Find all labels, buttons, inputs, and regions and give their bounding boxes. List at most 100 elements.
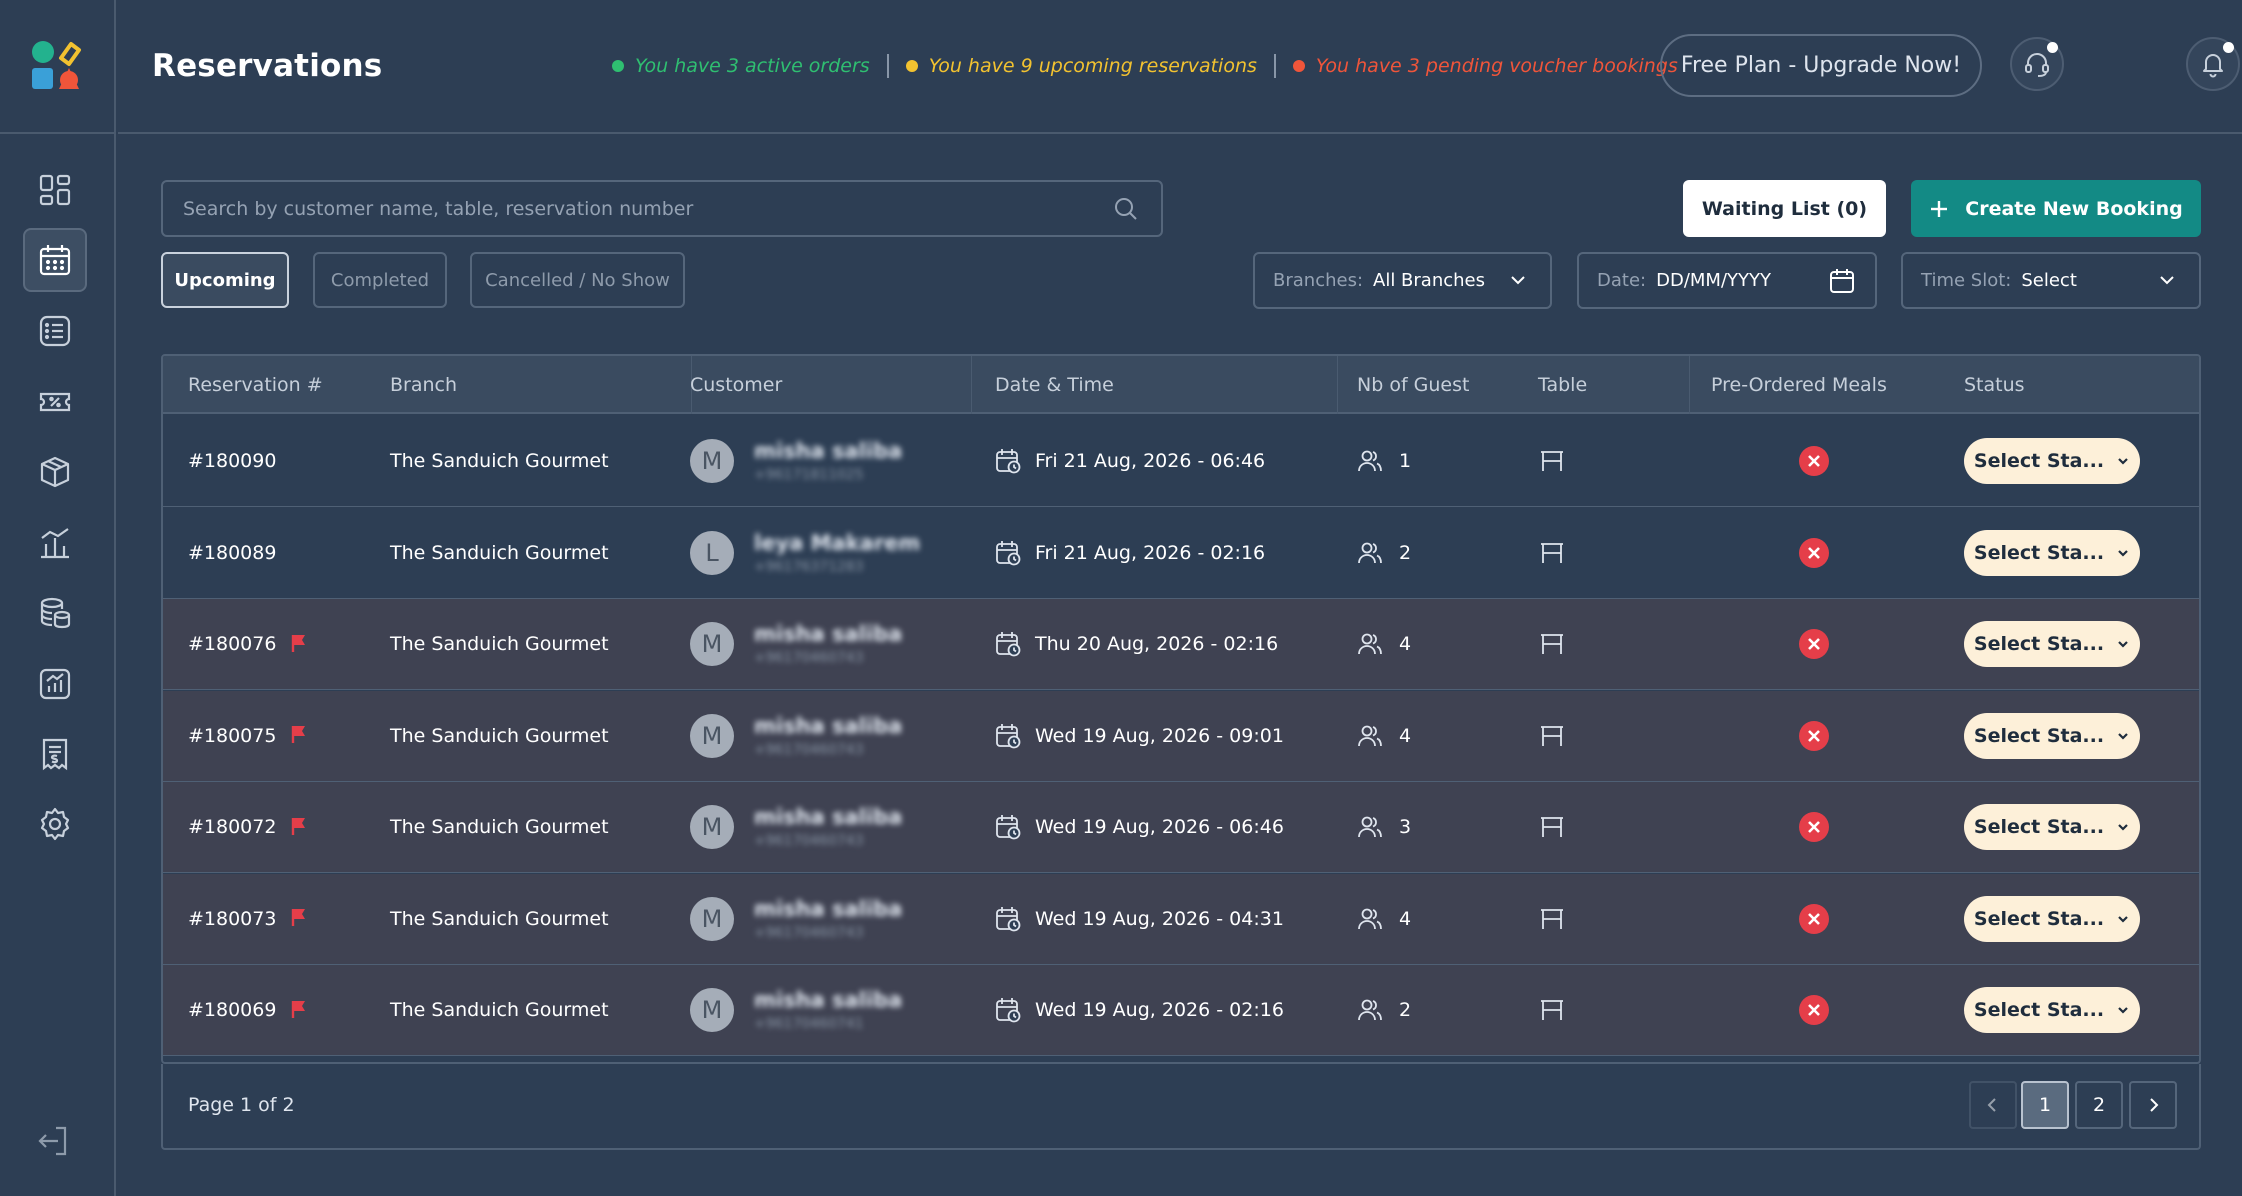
table-row[interactable]: #180072 The Sanduich Gourmet Mmisha saliba… xyxy=(163,782,2199,873)
customer-cell[interactable]: Mmisha saliba +96170460743 xyxy=(690,874,902,964)
upgrade-button[interactable]: Free Plan - Upgrade Now! xyxy=(1660,34,1982,97)
support-button[interactable] xyxy=(2010,37,2064,91)
notice-active-orders[interactable]: You have 3 active orders xyxy=(612,55,870,77)
column-header[interactable]: Customer xyxy=(690,356,782,414)
flag-icon xyxy=(290,816,308,836)
customer-cell[interactable]: Mmisha saliba +96170460743 xyxy=(690,691,902,781)
column-header[interactable]: Pre-Ordered Meals xyxy=(1711,356,1887,414)
reservation-datetime: Thu 20 Aug, 2026 - 02:16 xyxy=(1035,633,1279,655)
status-cell: Select Sta... xyxy=(1964,599,2140,689)
guests-cell: 4 xyxy=(1357,691,1411,781)
tab-upcoming[interactable]: Upcoming xyxy=(161,252,289,308)
status-select[interactable]: Select Sta... xyxy=(1964,529,2140,576)
list-icon xyxy=(38,314,72,348)
reservation-number[interactable]: #180089 xyxy=(188,542,276,564)
reservation-number[interactable]: #180073 xyxy=(188,908,276,930)
nav-vouchers[interactable] xyxy=(23,370,87,434)
table-cell[interactable] xyxy=(1538,691,1566,781)
nav-settings[interactable] xyxy=(23,792,87,856)
next-page-button[interactable] xyxy=(2129,1081,2177,1129)
column-header[interactable]: Status xyxy=(1964,356,2025,414)
branches-filter[interactable]: Branches: All Branches xyxy=(1253,252,1552,309)
customer-name: misha saliba xyxy=(754,988,903,1012)
app-logo[interactable] xyxy=(29,38,83,92)
users-icon xyxy=(1357,814,1383,840)
reservation-number[interactable]: #180072 xyxy=(188,816,276,838)
waiting-list-button[interactable]: Waiting List (0) xyxy=(1683,180,1886,237)
box-icon xyxy=(38,455,72,489)
column-header[interactable]: Branch xyxy=(390,356,457,414)
create-booking-label: Create New Booking xyxy=(1965,197,2183,220)
status-select[interactable]: Select Sta... xyxy=(1964,438,2140,484)
logout-button[interactable] xyxy=(36,1124,70,1158)
nav-finance[interactable] xyxy=(23,581,87,645)
customer-cell[interactable]: Mmisha saliba +96171811025 xyxy=(690,416,902,506)
nav-reports[interactable] xyxy=(23,652,87,716)
column-header[interactable]: Nb of Guest xyxy=(1357,356,1469,414)
table-row[interactable]: #180073 The Sanduich Gourmet Mmisha saliba… xyxy=(163,873,2199,965)
table-row[interactable]: #180089 The Sanduich Gourmet Lleya Makarem… xyxy=(163,508,2199,599)
column-header[interactable]: Reservation # xyxy=(188,356,323,414)
datetime-cell: Wed 19 Aug, 2026 - 06:46 xyxy=(995,782,1284,872)
users-icon xyxy=(1357,906,1383,932)
table-cell[interactable] xyxy=(1538,874,1566,964)
table-row[interactable]: #180075 The Sanduich Gourmet Mmisha saliba… xyxy=(163,690,2199,782)
logout-icon xyxy=(36,1124,70,1158)
reservation-datetime: Wed 19 Aug, 2026 - 04:31 xyxy=(1035,907,1284,930)
customer-cell[interactable]: Lleya Makarem +96176371283 xyxy=(690,508,920,598)
nav-inventory[interactable] xyxy=(23,440,87,504)
reservation-number[interactable]: #180090 xyxy=(188,450,276,472)
tab-cancelled[interactable]: Cancelled / No Show xyxy=(470,252,685,308)
search-icon[interactable] xyxy=(1113,196,1139,222)
status-select[interactable]: Select Sta... xyxy=(1964,895,2140,942)
date-filter[interactable]: Date: DD/MM/YYYY xyxy=(1577,252,1877,309)
status-select[interactable]: Select Sta... xyxy=(1964,712,2140,759)
table-cell[interactable] xyxy=(1538,508,1566,598)
customer-cell[interactable]: Mmisha saliba +96170460743 xyxy=(690,599,902,689)
customer-phone: +96171811025 xyxy=(754,467,864,483)
notice-upcoming-reservations[interactable]: You have 9 upcoming reservations xyxy=(905,55,1257,77)
nav-billing[interactable] xyxy=(23,722,87,786)
column-header[interactable]: Table xyxy=(1538,356,1587,414)
branch-name: The Sanduich Gourmet xyxy=(390,724,609,747)
guests-cell: 1 xyxy=(1357,416,1411,506)
tab-completed[interactable]: Completed xyxy=(313,252,447,308)
reservation-number[interactable]: #180076 xyxy=(188,633,276,655)
pre-ordered-meals-cell xyxy=(1799,874,1829,964)
notice-pending-vouchers[interactable]: You have 3 pending voucher bookings xyxy=(1292,55,1678,77)
users-icon xyxy=(1357,723,1383,749)
guests-cell: 2 xyxy=(1357,965,1411,1055)
reservation-number[interactable]: #180069 xyxy=(188,999,276,1021)
nav-orders[interactable] xyxy=(23,299,87,363)
nav-reservations[interactable] xyxy=(23,228,87,292)
customer-phone: +96170460743 xyxy=(754,650,864,666)
customer-avatar: M xyxy=(690,896,734,941)
status-select[interactable]: Select Sta... xyxy=(1964,621,2140,667)
table-cell[interactable] xyxy=(1538,416,1566,506)
nav-analytics[interactable] xyxy=(23,511,87,575)
table-row[interactable]: #180090 The Sanduich Gourmet Mmisha saliba… xyxy=(163,416,2199,507)
time-slot-filter[interactable]: Time Slot: Select xyxy=(1901,252,2201,309)
table-row[interactable]: #180069 The Sanduich Gourmet Mmisha saliba… xyxy=(163,965,2199,1056)
table-cell[interactable] xyxy=(1538,965,1566,1055)
prev-page-button[interactable] xyxy=(1969,1081,2017,1129)
page-button-2[interactable]: 2 xyxy=(2075,1081,2123,1129)
table-row[interactable]: #180076 The Sanduich Gourmet Mmisha saliba… xyxy=(163,599,2199,690)
analytics-icon xyxy=(38,526,72,560)
create-booking-button[interactable]: Create New Booking xyxy=(1911,180,2201,237)
nav-dashboard[interactable] xyxy=(23,158,87,222)
status-select[interactable]: Select Sta... xyxy=(1964,804,2140,850)
table-cell[interactable] xyxy=(1538,782,1566,872)
customer-cell[interactable]: Mmisha saliba +96170460743 xyxy=(690,782,902,872)
table-cell[interactable] xyxy=(1538,599,1566,689)
search-input[interactable] xyxy=(183,182,1113,235)
status-select[interactable]: Select Sta... xyxy=(1964,987,2140,1033)
customer-name: misha saliba xyxy=(754,713,903,738)
customer-phone: +96170460743 xyxy=(754,924,864,941)
notifications-button[interactable] xyxy=(2186,37,2240,91)
pagination: Page 1 of 2 1 2 xyxy=(161,1064,2201,1150)
customer-cell[interactable]: Mmisha saliba +96170460741 xyxy=(690,965,902,1055)
reservation-number[interactable]: #180075 xyxy=(188,725,276,747)
page-button-1[interactable]: 1 xyxy=(2021,1081,2069,1129)
column-header[interactable]: Date & Time xyxy=(995,356,1114,414)
